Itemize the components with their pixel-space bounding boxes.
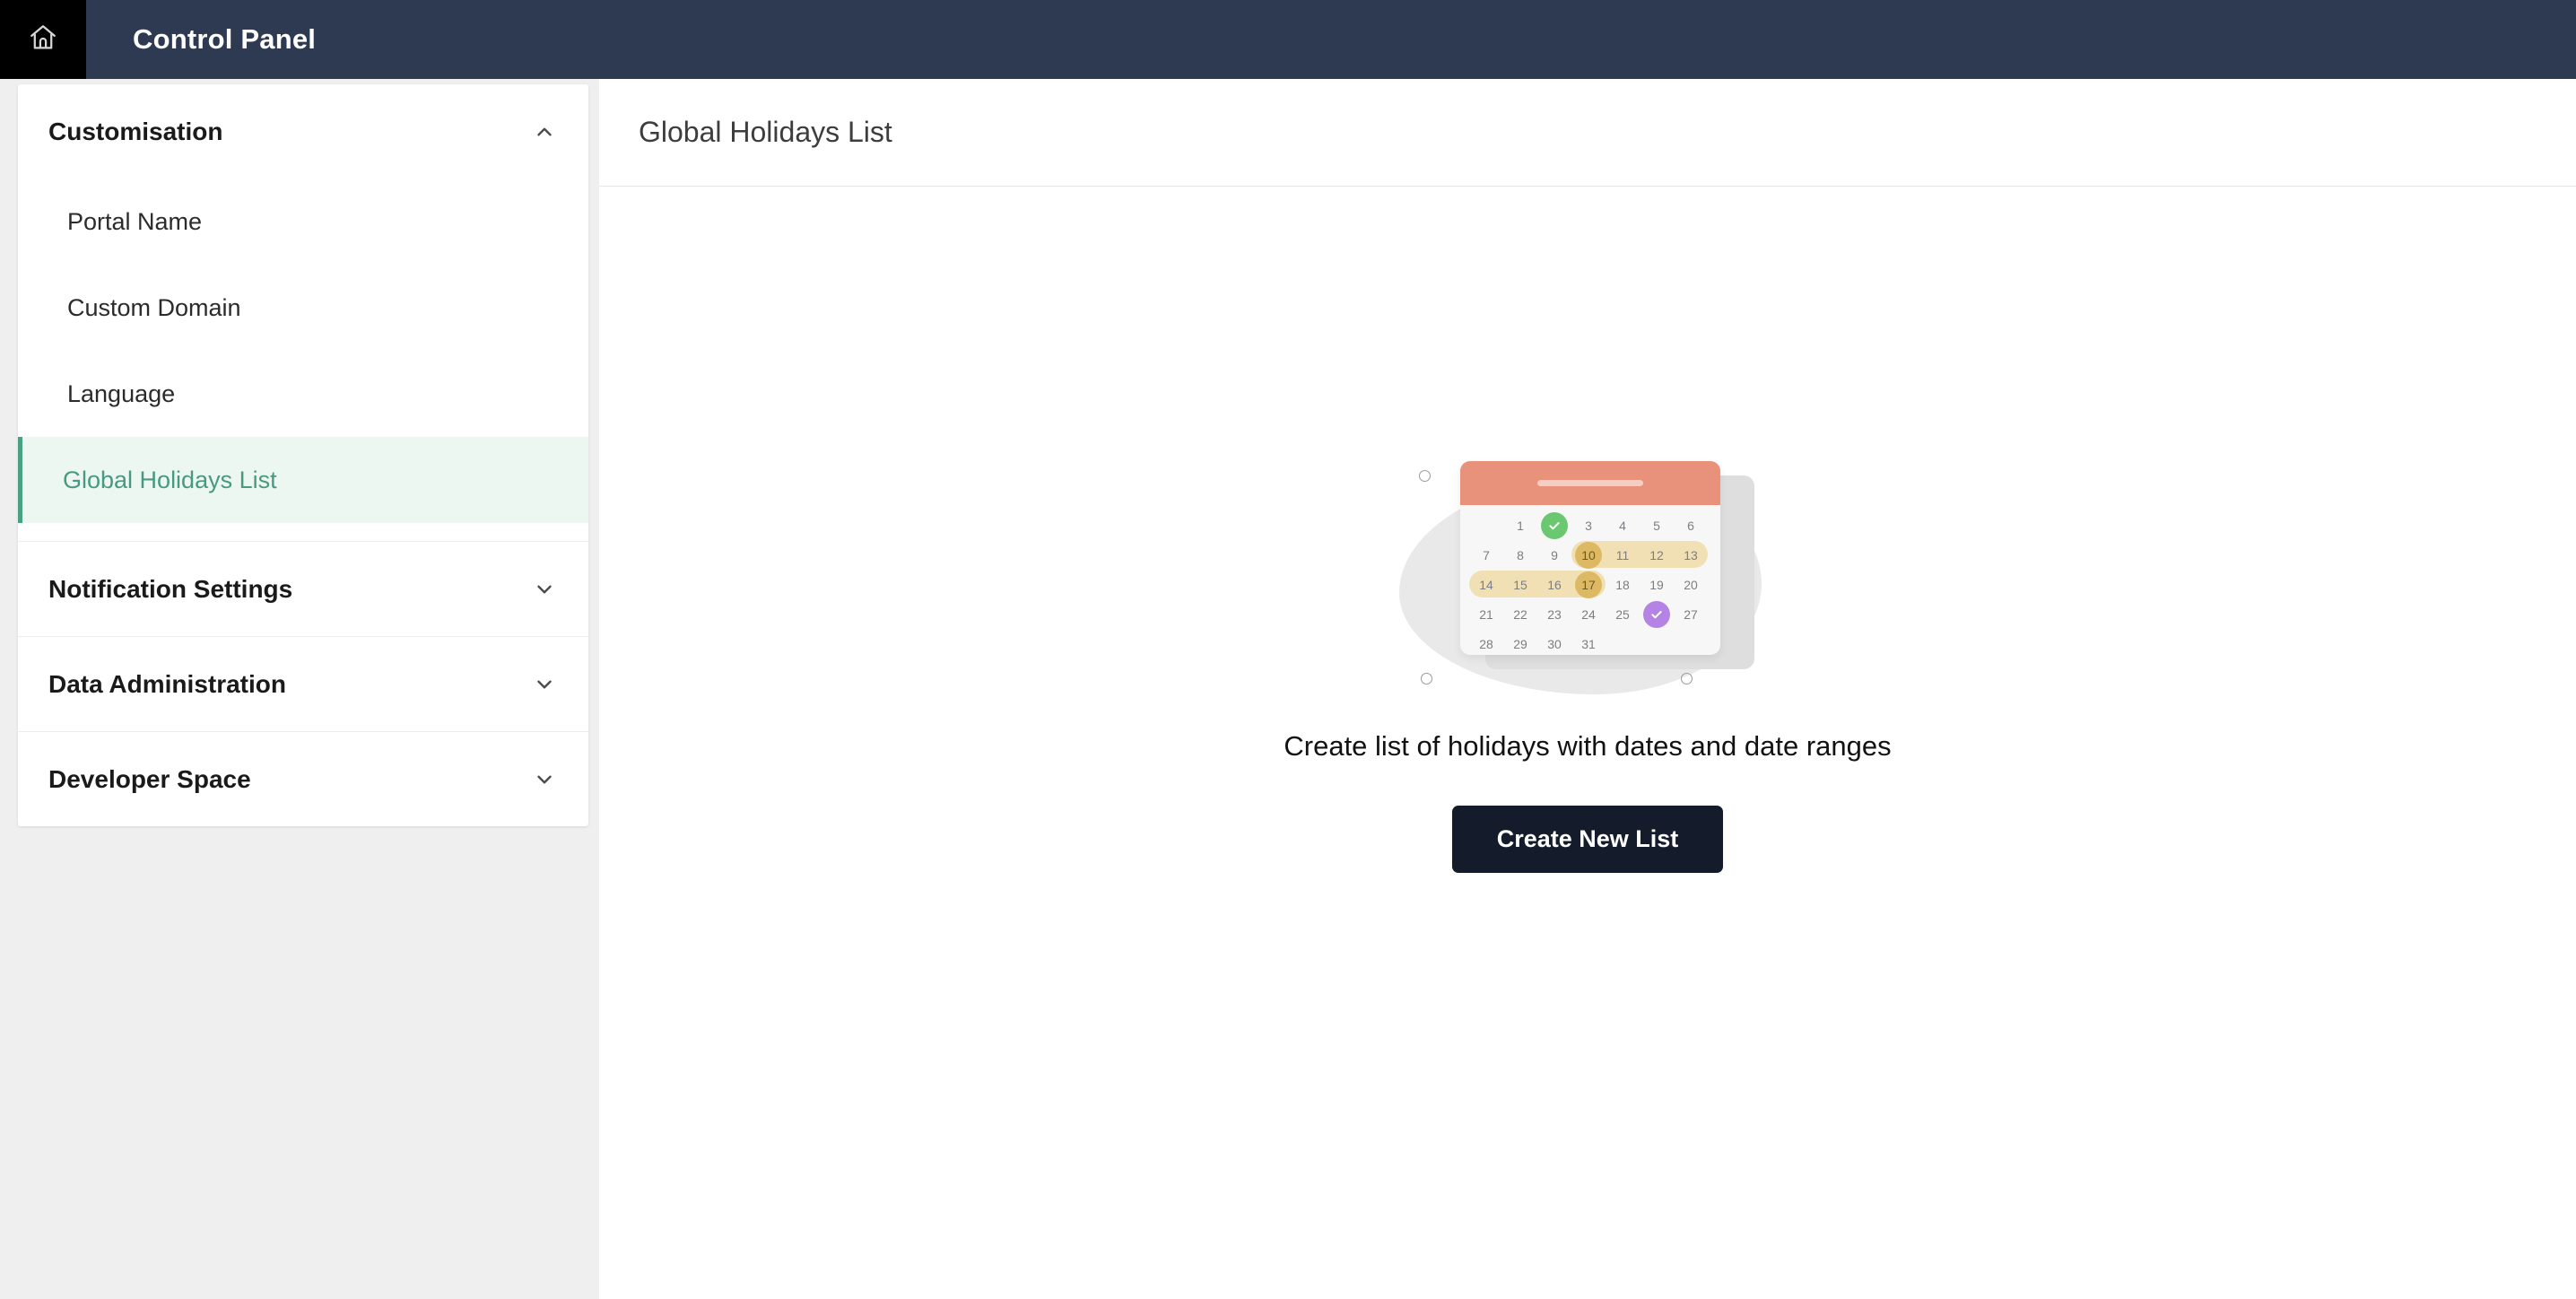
calendar-cell-range-end: 17: [1571, 570, 1606, 599]
calendar-cell-checked: [1537, 510, 1571, 540]
sidebar-group-title: Customisation: [48, 117, 223, 145]
sidebar-group-header-notification-settings[interactable]: Notification Settings: [18, 542, 588, 636]
calendar-cell-empty: [1640, 629, 1674, 655]
sidebar-group-data-administration: Data Administration: [18, 636, 588, 731]
top-bar: Control Panel: [0, 0, 2576, 79]
create-new-list-button[interactable]: Create New List: [1451, 806, 1724, 873]
sidebar-group-title: Data Administration: [48, 669, 286, 698]
sidebar-item-portal-name[interactable]: Portal Name: [18, 179, 588, 265]
sidebar-item-language[interactable]: Language: [18, 351, 588, 437]
calendar-row: 14 15 16 17 18 19 20: [1469, 570, 1711, 599]
calendar-cell-checked: [1640, 599, 1674, 629]
page-header: Global Holidays List: [599, 79, 2576, 187]
sidebar-group-developer-space: Developer Space: [18, 731, 588, 826]
calendar-cell: 19: [1649, 577, 1664, 592]
sidebar-group-header-customisation[interactable]: Customisation: [18, 84, 588, 179]
range-endpoint-label: 17: [1575, 571, 1602, 598]
calendar-cell: 1: [1517, 518, 1524, 533]
calendar-cell: 24: [1581, 606, 1596, 622]
sidebar-group-header-developer-space[interactable]: Developer Space: [18, 732, 588, 826]
calendar-row: 21 22 23 24 25 27: [1469, 599, 1711, 629]
sidebar-group-items: Portal Name Custom Domain Language Globa…: [18, 179, 588, 541]
calendar-row: 1 3 4 5 6: [1469, 510, 1711, 540]
chevron-up-icon[interactable]: [531, 118, 558, 145]
check-circle-green-icon: [1541, 511, 1568, 539]
calendar-cell: 9: [1551, 547, 1558, 562]
check-circle-purple-icon: [1643, 600, 1670, 628]
range-endpoint-label: 10: [1575, 541, 1602, 569]
calendar-cell: 8: [1517, 547, 1524, 562]
sidebar-item-global-holidays-list[interactable]: Global Holidays List: [18, 437, 588, 523]
main-content: Global Holidays List 1 3 4 5 6 7 8 9 10 …: [599, 79, 2576, 1299]
sidebar-card: Customisation Portal Name Custom Domain: [18, 84, 588, 826]
home-button[interactable]: [0, 0, 86, 79]
decor-circle-icon: [1419, 470, 1431, 482]
calendar-cell: 7: [1483, 547, 1490, 562]
calendar-cell: 25: [1615, 606, 1630, 622]
chevron-down-icon[interactable]: [531, 671, 558, 698]
calendar-cell: 20: [1684, 577, 1698, 592]
body-wrapper: Customisation Portal Name Custom Domain: [0, 79, 2576, 1299]
calendar-cell: 31: [1581, 636, 1596, 651]
calendar-illustration: 1 3 4 5 6 7 8 9 10 11 12 13 14 15 16 17 …: [1399, 438, 1776, 707]
sidebar-group-customisation: Customisation Portal Name Custom Domain: [18, 84, 588, 541]
calendar-cell: 4: [1619, 518, 1626, 533]
empty-state-caption: Create list of holidays with dates and d…: [1284, 730, 1892, 762]
home-icon: [28, 22, 58, 57]
sidebar-item-label: Global Holidays List: [63, 466, 277, 493]
page-title: Global Holidays List: [639, 116, 892, 148]
chevron-down-icon[interactable]: [531, 766, 558, 793]
sidebar-group-title: Notification Settings: [48, 574, 293, 603]
calendar-header: [1460, 461, 1720, 505]
calendar-cell: 13: [1684, 547, 1698, 562]
chevron-down-icon[interactable]: [531, 576, 558, 603]
sidebar-item-label: Portal Name: [67, 207, 203, 235]
calendar-cell: 18: [1615, 577, 1630, 592]
calendar-cell: 27: [1684, 606, 1698, 622]
calendar-row: 7 8 9 10 11 12 13: [1469, 540, 1711, 570]
app-title: Control Panel: [133, 23, 317, 55]
calendar-cell: 15: [1513, 577, 1527, 592]
calendar-title-placeholder: [1537, 480, 1643, 486]
calendar-card: 1 3 4 5 6 7 8 9 10 11 12 13 14 15 16 17 …: [1460, 461, 1720, 655]
empty-state: 1 3 4 5 6 7 8 9 10 11 12 13 14 15 16 17 …: [599, 187, 2576, 1299]
calendar-cell-empty: [1606, 629, 1640, 655]
calendar-cell: 3: [1585, 518, 1592, 533]
sidebar-item-label: Custom Domain: [67, 293, 241, 321]
calendar-cell: 6: [1687, 518, 1694, 533]
calendar-cell: 14: [1479, 577, 1493, 592]
calendar-cell: 21: [1479, 606, 1493, 622]
calendar-cell: 22: [1513, 606, 1527, 622]
calendar-cell: 28: [1479, 636, 1493, 651]
sidebar-group-header-data-administration[interactable]: Data Administration: [18, 637, 588, 731]
calendar-cell: 30: [1547, 636, 1562, 651]
calendar-cell: 23: [1547, 606, 1562, 622]
calendar-cell-empty: [1674, 629, 1708, 655]
calendar-cell: 12: [1649, 547, 1664, 562]
sidebar-group-notification-settings: Notification Settings: [18, 541, 588, 636]
calendar-cell: 11: [1615, 547, 1630, 562]
calendar-row: 28 29 30 31: [1469, 629, 1711, 655]
calendar-cell: 5: [1653, 518, 1660, 533]
decor-circle-icon: [1681, 673, 1693, 684]
sidebar-group-title: Developer Space: [48, 764, 251, 793]
sidebar-item-label: Language: [67, 379, 176, 407]
calendar-grid: 1 3 4 5 6 7 8 9 10 11 12 13 14 15 16 17 …: [1460, 505, 1720, 655]
decor-circle-icon: [1421, 673, 1432, 684]
calendar-cell: 29: [1513, 636, 1527, 651]
calendar-cell-range-start: 10: [1571, 540, 1606, 570]
calendar-cell: 16: [1547, 577, 1562, 592]
sidebar-item-custom-domain[interactable]: Custom Domain: [18, 265, 588, 351]
calendar-cell-empty: [1469, 510, 1503, 540]
sidebar: Customisation Portal Name Custom Domain: [0, 79, 599, 1299]
empty-state-inner: 1 3 4 5 6 7 8 9 10 11 12 13 14 15 16 17 …: [1139, 438, 2036, 873]
